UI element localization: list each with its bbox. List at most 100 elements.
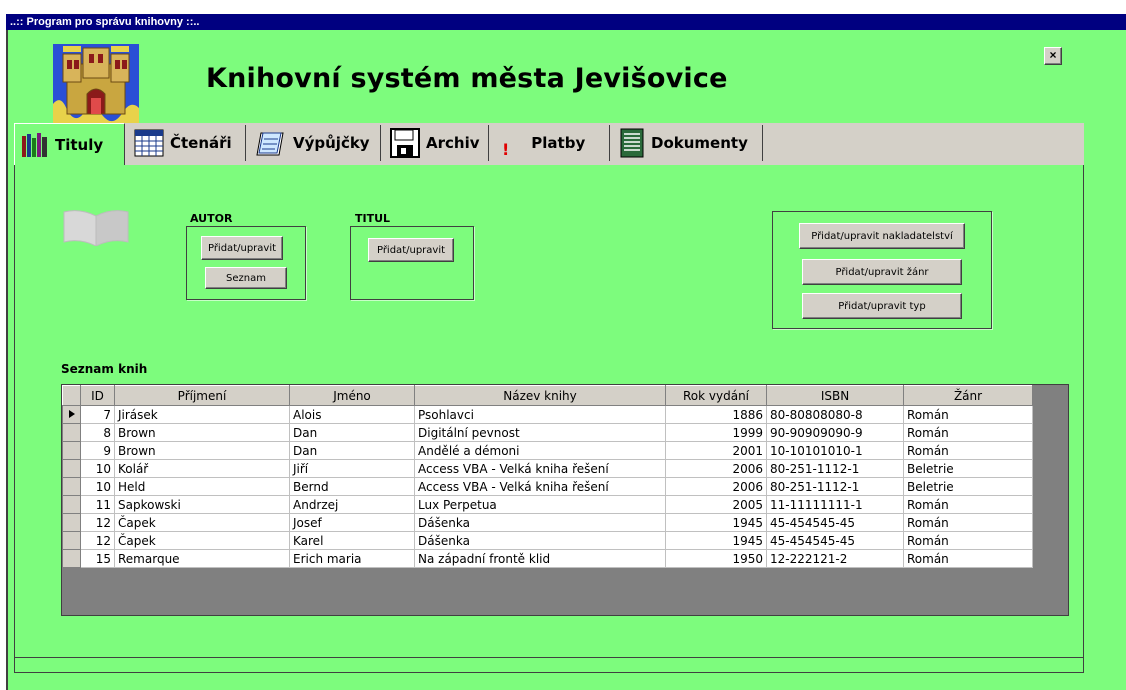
table-row[interactable]: 10 Kolář Jiří Access VBA - Velká kniha řeše… xyxy=(62,459,1033,478)
row-selector[interactable] xyxy=(62,495,81,514)
cell-genre[interactable]: Román xyxy=(903,549,1033,568)
table-row[interactable]: 8 Brown Dan Digitální pevnost 1999 90-9090909… xyxy=(62,423,1033,442)
cell-id[interactable]: 8 xyxy=(80,423,115,442)
cell-isbn[interactable]: 11-11111111-1 xyxy=(766,495,904,514)
cell-year[interactable]: 1945 xyxy=(665,531,767,550)
cell-isbn[interactable]: 45-454545-45 xyxy=(766,513,904,532)
column-header-isbn[interactable]: ISBN xyxy=(766,385,904,406)
cell-name[interactable]: Jiří xyxy=(289,459,415,478)
cell-isbn[interactable]: 80-251-1112-1 xyxy=(766,477,904,496)
tab-tituly[interactable]: Tituly xyxy=(14,123,125,165)
cell-isbn[interactable]: 45-454545-45 xyxy=(766,531,904,550)
cell-id[interactable]: 12 xyxy=(80,513,115,532)
cell-surname[interactable]: Čapek xyxy=(114,513,290,532)
row-selector[interactable] xyxy=(62,423,81,442)
cell-surname[interactable]: Jirásek xyxy=(114,405,290,424)
column-header-year[interactable]: Rok vydání xyxy=(665,385,767,406)
cell-genre[interactable]: Román xyxy=(903,531,1033,550)
cell-genre[interactable]: Román xyxy=(903,495,1033,514)
tab-archiv[interactable]: Archiv xyxy=(382,125,489,161)
row-selector[interactable] xyxy=(62,459,81,478)
row-selector[interactable] xyxy=(62,513,81,532)
cell-title[interactable]: Psohlavci xyxy=(414,405,666,424)
column-header-name[interactable]: Jméno xyxy=(289,385,415,406)
cell-title[interactable]: Dášenka xyxy=(414,531,666,550)
cell-id[interactable]: 7 xyxy=(80,405,115,424)
cell-name[interactable]: Alois xyxy=(289,405,415,424)
cell-name[interactable]: Josef xyxy=(289,513,415,532)
column-header-id[interactable]: ID xyxy=(80,385,115,406)
cell-year[interactable]: 2006 xyxy=(665,477,767,496)
cell-surname[interactable]: Sapkowski xyxy=(114,495,290,514)
cell-name[interactable]: Dan xyxy=(289,441,415,460)
cell-year[interactable]: 2001 xyxy=(665,441,767,460)
cell-id[interactable]: 10 xyxy=(80,477,115,496)
row-selector[interactable] xyxy=(62,477,81,496)
cell-title[interactable]: Na západní frontě klid xyxy=(414,549,666,568)
publisher-button[interactable]: Přidat/upravit nakladatelství xyxy=(799,223,965,249)
cell-surname[interactable]: Brown xyxy=(114,423,290,442)
genre-button[interactable]: Přidat/upravit žánr xyxy=(802,259,962,285)
cell-genre[interactable]: Román xyxy=(903,513,1033,532)
cell-name[interactable]: Karel xyxy=(289,531,415,550)
cell-id[interactable]: 9 xyxy=(80,441,115,460)
tab-ctenari[interactable]: Čtenáři xyxy=(126,125,246,161)
row-selector[interactable] xyxy=(62,549,81,568)
cell-surname[interactable]: Kolář xyxy=(114,459,290,478)
table-row[interactable]: 12 Čapek Karel Dášenka 1945 45-454545-45 Román xyxy=(62,531,1033,550)
cell-name[interactable]: Andrzej xyxy=(289,495,415,514)
cell-id[interactable]: 15 xyxy=(80,549,115,568)
cell-year[interactable]: 2005 xyxy=(665,495,767,514)
cell-genre[interactable]: Román xyxy=(903,405,1033,424)
cell-genre[interactable]: Román xyxy=(903,423,1033,442)
cell-isbn[interactable]: 80-80808080-8 xyxy=(766,405,904,424)
table-row[interactable]: 11 Sapkowski Andrzej Lux Perpetua 2005 11-111… xyxy=(62,495,1033,514)
cell-surname[interactable]: Brown xyxy=(114,441,290,460)
table-row[interactable]: 10 Held Bernd Access VBA - Velká kniha řeše… xyxy=(62,477,1033,496)
cell-surname[interactable]: Remarque xyxy=(114,549,290,568)
column-header-surname[interactable]: Příjmení xyxy=(114,385,290,406)
column-header-title[interactable]: Název knihy xyxy=(414,385,666,406)
row-selector[interactable] xyxy=(62,405,81,424)
titul-add-edit-button[interactable]: Přidat/upravit xyxy=(368,238,454,262)
cell-isbn[interactable]: 10-10101010-1 xyxy=(766,441,904,460)
cell-name[interactable]: Bernd xyxy=(289,477,415,496)
cell-name[interactable]: Dan xyxy=(289,423,415,442)
cell-isbn[interactable]: 90-90909090-9 xyxy=(766,423,904,442)
cell-surname[interactable]: Čapek xyxy=(114,531,290,550)
cell-id[interactable]: 11 xyxy=(80,495,115,514)
cell-isbn[interactable]: 12-222121-2 xyxy=(766,549,904,568)
cell-title[interactable]: Andělé a démoni xyxy=(414,441,666,460)
column-header-genre[interactable]: Žánr xyxy=(903,385,1033,406)
cell-surname[interactable]: Held xyxy=(114,477,290,496)
cell-title[interactable]: Access VBA - Velká kniha řešení xyxy=(414,477,666,496)
cell-title[interactable]: Digitální pevnost xyxy=(414,423,666,442)
cell-title[interactable]: Dášenka xyxy=(414,513,666,532)
cell-genre[interactable]: Beletrie xyxy=(903,459,1033,478)
tab-platby[interactable]: ! Platby xyxy=(490,125,610,161)
cell-year[interactable]: 1950 xyxy=(665,549,767,568)
autor-add-edit-button[interactable]: Přidat/upravit xyxy=(201,236,283,260)
table-row[interactable]: 9 Brown Dan Andělé a démoni 2001 10-10101010-… xyxy=(62,441,1033,460)
cell-title[interactable]: Access VBA - Velká kniha řešení xyxy=(414,459,666,478)
table-row[interactable]: 12 Čapek Josef Dášenka 1945 45-454545-45 Román xyxy=(62,513,1033,532)
autor-list-button[interactable]: Seznam xyxy=(205,267,287,289)
cell-name[interactable]: Erich maria xyxy=(289,549,415,568)
cell-id[interactable]: 12 xyxy=(80,531,115,550)
cell-year[interactable]: 1999 xyxy=(665,423,767,442)
type-button[interactable]: Přidat/upravit typ xyxy=(802,293,962,319)
row-selector[interactable] xyxy=(62,531,81,550)
row-selector[interactable] xyxy=(62,441,81,460)
tab-dokumenty[interactable]: Dokumenty xyxy=(611,125,763,161)
cell-year[interactable]: 1945 xyxy=(665,513,767,532)
cell-year[interactable]: 2006 xyxy=(665,459,767,478)
cell-genre[interactable]: Román xyxy=(903,441,1033,460)
close-button[interactable]: × xyxy=(1044,47,1062,65)
cell-genre[interactable]: Beletrie xyxy=(903,477,1033,496)
cell-title[interactable]: Lux Perpetua xyxy=(414,495,666,514)
cell-year[interactable]: 1886 xyxy=(665,405,767,424)
tab-vypujcky[interactable]: Výpůjčky xyxy=(247,125,381,161)
cell-isbn[interactable]: 80-251-1112-1 xyxy=(766,459,904,478)
table-row[interactable]: 7 Jirásek Alois Psohlavci 1886 80-80808080-8 R… xyxy=(62,405,1033,424)
table-row[interactable]: 15 Remarque Erich maria Na západní frontě k… xyxy=(62,549,1033,568)
